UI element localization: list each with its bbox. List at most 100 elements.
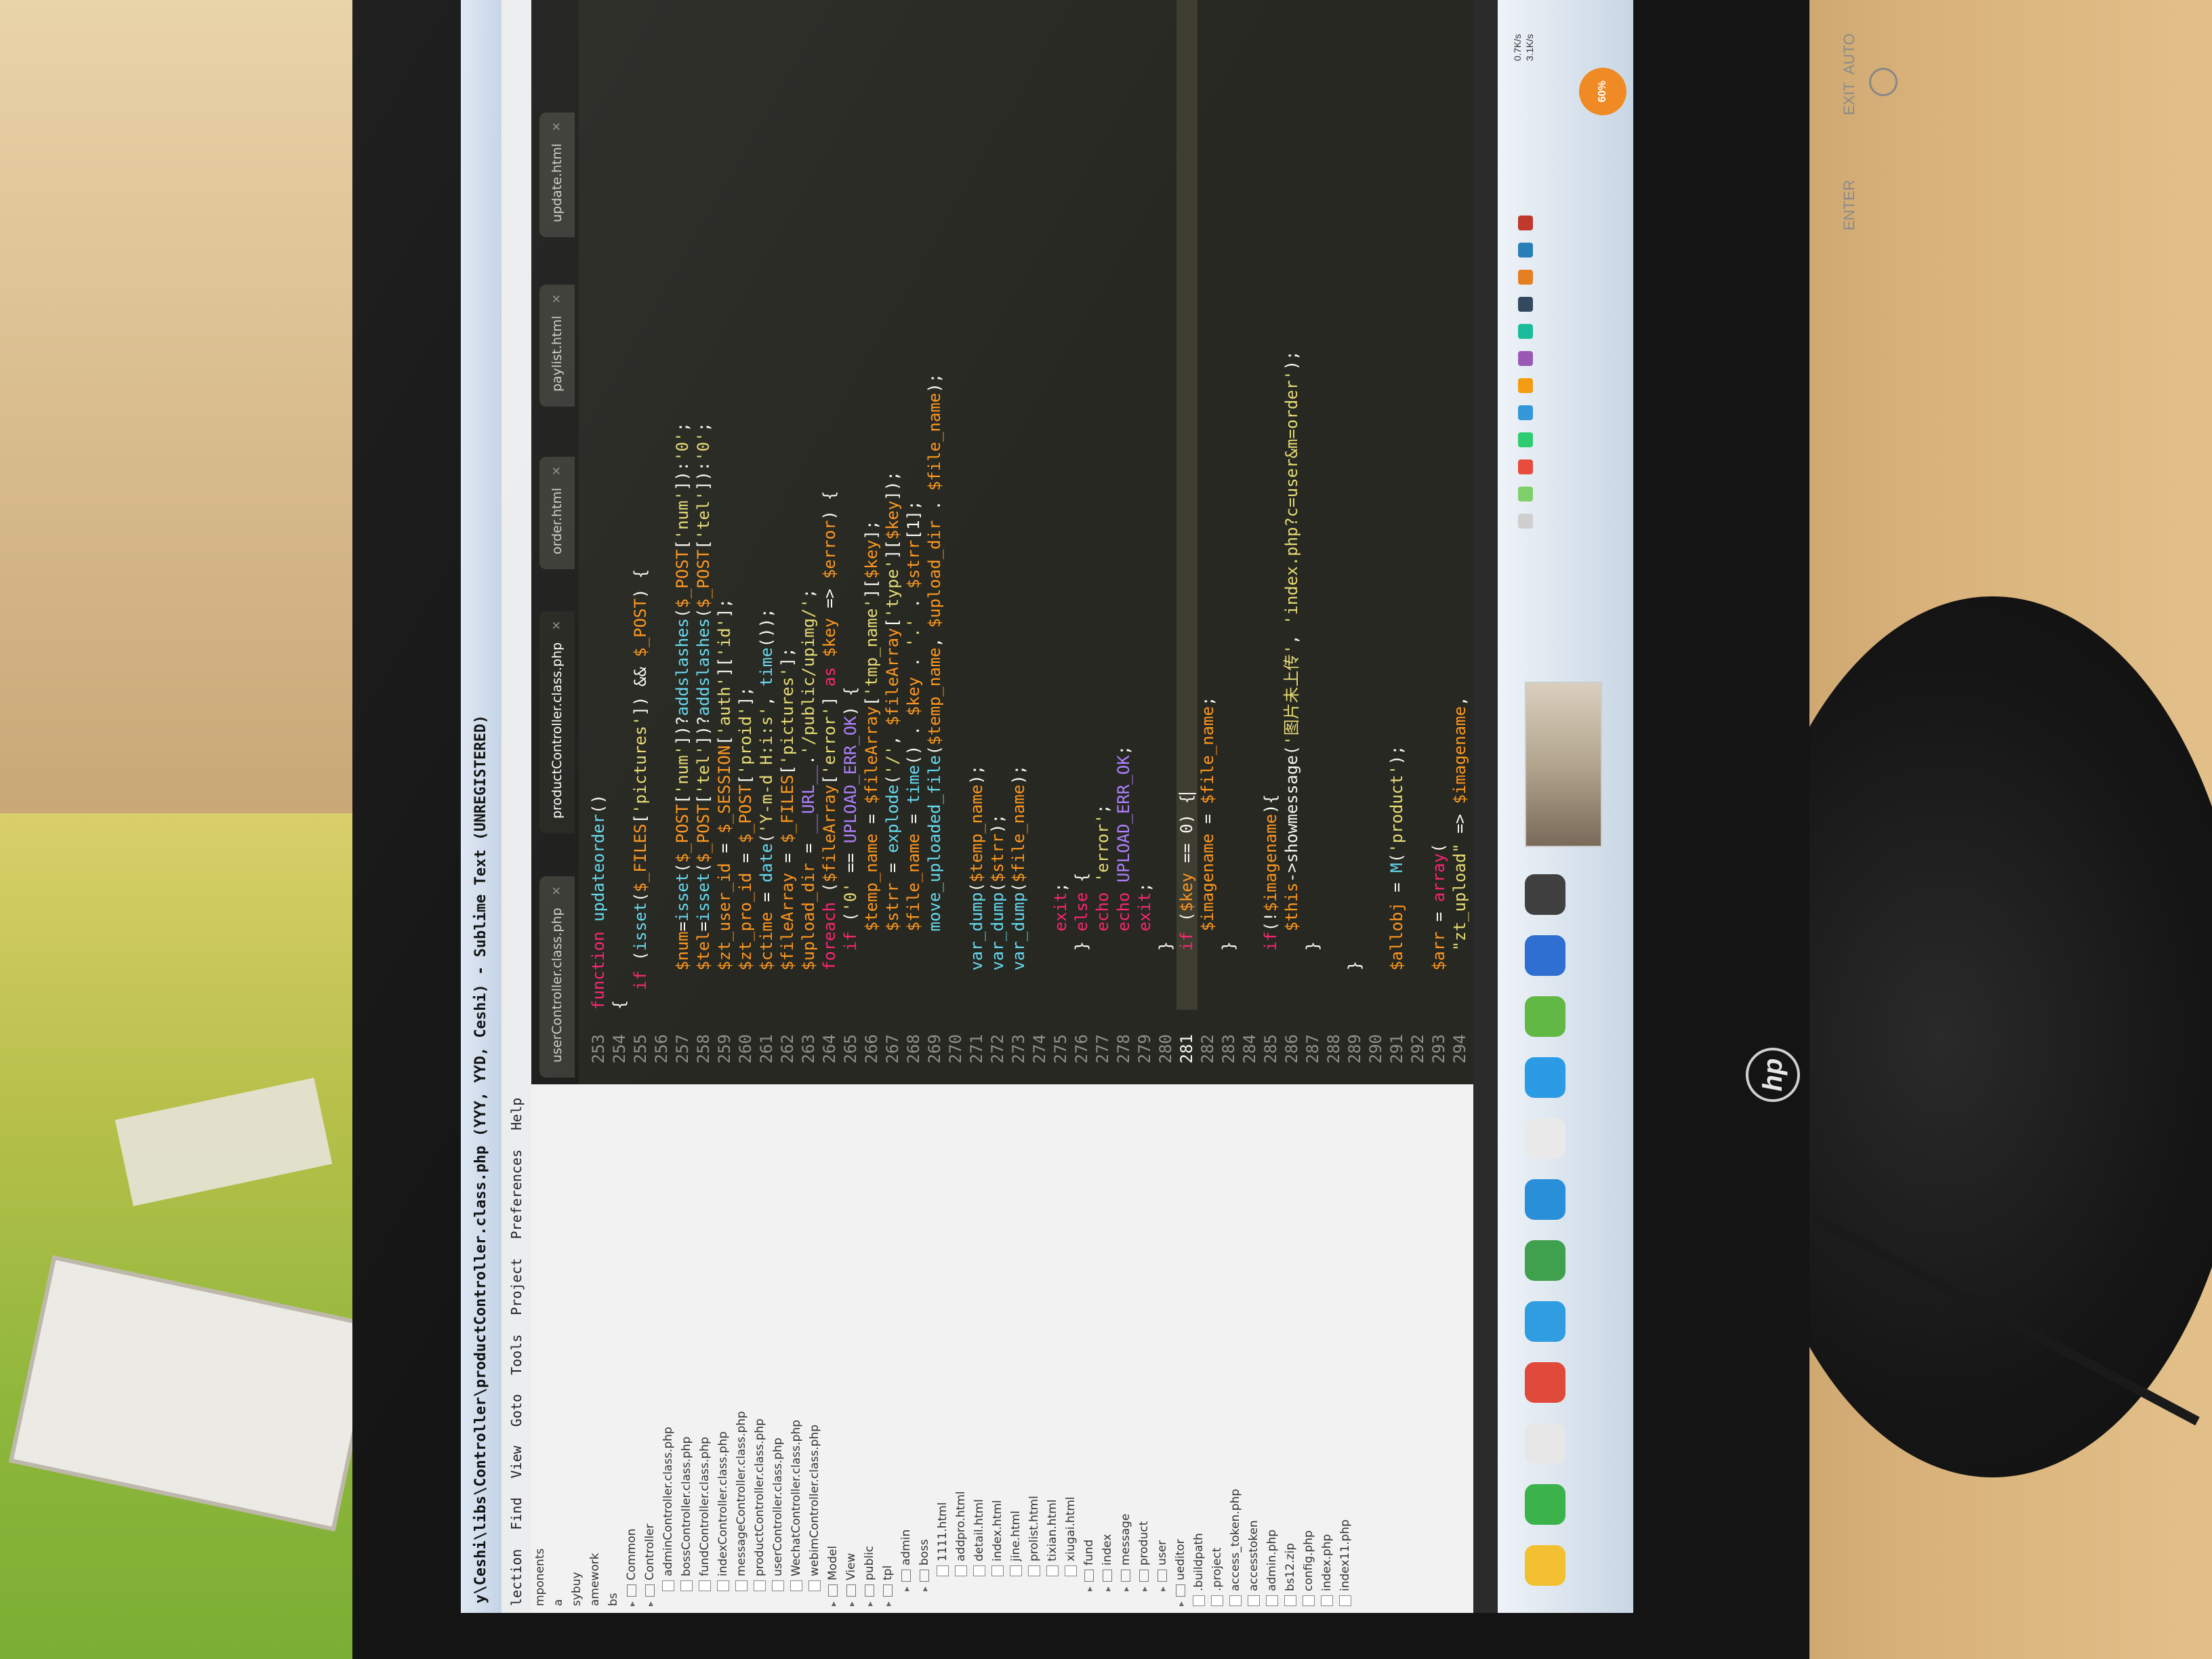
- network-usage-badge[interactable]: 60%: [1579, 68, 1626, 115]
- code-line[interactable]: $strr = explode('/', $fileArray['type'][…: [882, 0, 903, 1010]
- code-line[interactable]: $ctime = date('Y-m-d H:i:s', time());: [756, 0, 777, 1010]
- window-thumbnail[interactable]: [1525, 682, 1602, 847]
- sidebar-item[interactable]: ▸ Controller: [641, 1084, 659, 1613]
- browser-icon[interactable]: [1525, 1362, 1565, 1403]
- code-line[interactable]: } else {: [1071, 0, 1092, 1010]
- chat-app-icon[interactable]: [1525, 1484, 1565, 1525]
- sidebar-item[interactable]: messageController.class.php: [733, 1084, 751, 1613]
- code-line[interactable]: $this->showmessage('图片未上传', 'index.php?c…: [1282, 0, 1303, 1010]
- sidebar-item[interactable]: amework: [586, 1084, 605, 1613]
- sublime-icon[interactable]: [1525, 874, 1565, 915]
- sidebar-item[interactable]: config.php: [1300, 1084, 1318, 1613]
- menu-preferences[interactable]: Preferences: [508, 1149, 525, 1239]
- sidebar-item[interactable]: sybuy: [568, 1084, 586, 1613]
- code-line[interactable]: if ('0' == UPLOAD_ERR_OK) {: [840, 0, 861, 1010]
- expand-arrow-icon[interactable]: ▸: [1136, 1582, 1154, 1591]
- code-line[interactable]: move_uploaded_file($temp_name, $upload_d…: [924, 0, 945, 1010]
- code-line[interactable]: [651, 0, 672, 1010]
- sidebar-item[interactable]: ▸ admin: [897, 1084, 916, 1613]
- code-line[interactable]: }: [1218, 0, 1240, 1010]
- code-line[interactable]: [1240, 0, 1261, 1010]
- menu-selection[interactable]: lection: [508, 1549, 525, 1606]
- sidebar-item[interactable]: ▸ product: [1135, 1084, 1153, 1613]
- code-line[interactable]: $temp_name = $fileArray['tmp_name'][$key…: [861, 0, 882, 1010]
- code-line[interactable]: $arr = array(: [1429, 0, 1450, 1010]
- sidebar-item[interactable]: accesstoken: [1245, 1084, 1263, 1613]
- code-line[interactable]: $fileArray = $_FILES['pictures'];: [777, 0, 798, 1010]
- close-icon[interactable]: ✕: [539, 294, 575, 304]
- app-icon[interactable]: [1525, 1240, 1565, 1281]
- sidebar-item[interactable]: fundController.class.php: [696, 1084, 714, 1613]
- folder-icon[interactable]: [1525, 1423, 1565, 1464]
- expand-arrow-icon[interactable]: ▸: [1118, 1582, 1136, 1591]
- expand-arrow-icon[interactable]: ▸: [825, 1597, 843, 1606]
- code-editor[interactable]: 253 254 255 256 257 258 259 260 261 262 263 264 265 2…: [579, 0, 1553, 1084]
- code-line[interactable]: [1029, 0, 1050, 1010]
- sidebar-item[interactable]: bs12.zip: [1282, 1084, 1300, 1613]
- code-line[interactable]: [1324, 0, 1345, 1010]
- app-icon[interactable]: [1525, 935, 1565, 976]
- code-line[interactable]: echo 'error';: [1092, 0, 1113, 1010]
- sidebar-item[interactable]: webimController.class.php: [806, 1084, 824, 1613]
- tray-icon[interactable]: [1518, 432, 1533, 447]
- code-line[interactable]: var_dump($temp_name);: [966, 0, 987, 1010]
- power-button[interactable]: [1869, 68, 1898, 96]
- chrome-icon[interactable]: [1525, 1301, 1565, 1342]
- code-line[interactable]: [1366, 0, 1387, 1010]
- expand-arrow-icon[interactable]: ▸: [1154, 1582, 1172, 1591]
- expand-arrow-icon[interactable]: ▸: [1099, 1582, 1118, 1591]
- menu-view[interactable]: View: [508, 1446, 525, 1478]
- expand-arrow-icon[interactable]: ▸: [1081, 1582, 1099, 1591]
- sidebar-item[interactable]: index11.php: [1336, 1084, 1355, 1613]
- sidebar-item[interactable]: userController.class.php: [769, 1084, 787, 1613]
- sidebar-item[interactable]: ▸ tpl: [879, 1084, 897, 1613]
- code-line[interactable]: }: [1345, 0, 1366, 1010]
- code-line[interactable]: $upload_dir = __URL__.'/public/upimg/';: [798, 0, 819, 1010]
- enter-button-label[interactable]: ENTER: [1841, 180, 1858, 230]
- sidebar-item[interactable]: indexController.class.php: [714, 1084, 733, 1613]
- close-icon[interactable]: ✕: [539, 466, 575, 476]
- expand-arrow-icon[interactable]: ▸: [1172, 1597, 1191, 1606]
- code-line[interactable]: [945, 0, 966, 1010]
- sidebar-item[interactable]: bossController.class.php: [678, 1084, 696, 1613]
- code-line[interactable]: {: [609, 0, 630, 1010]
- sidebar-item[interactable]: index.html: [989, 1084, 1007, 1613]
- tray-icon[interactable]: [1518, 243, 1533, 258]
- tray-icon[interactable]: [1518, 405, 1533, 420]
- sidebar-item[interactable]: WechatController.class.php: [787, 1084, 806, 1613]
- sidebar-item[interactable]: addpro.html: [952, 1084, 970, 1613]
- sidebar-item[interactable]: ▸ index: [1099, 1084, 1117, 1613]
- sidebar-item[interactable]: index.php: [1318, 1084, 1336, 1613]
- exit-button-label[interactable]: EXIT: [1841, 82, 1858, 115]
- menu-goto[interactable]: Goto: [508, 1394, 525, 1427]
- app-icon[interactable]: [1525, 1118, 1565, 1159]
- expand-arrow-icon[interactable]: ▸: [623, 1597, 642, 1606]
- sidebar-item[interactable]: access_token.php: [1227, 1084, 1245, 1613]
- code-line[interactable]: $imagename = $file_name;: [1197, 0, 1218, 1010]
- start-icon[interactable]: [1525, 1545, 1565, 1586]
- sidebar-item[interactable]: .buildpath: [1190, 1084, 1208, 1613]
- sidebar-item[interactable]: ▸ Common: [623, 1084, 641, 1613]
- sidebar-item[interactable]: adminController.class.php: [659, 1084, 678, 1613]
- code-line[interactable]: "zt_upload" => $imagename,: [1450, 0, 1471, 1010]
- tab-usercontroller[interactable]: userController.class.php ✕: [539, 876, 575, 1078]
- sidebar-item[interactable]: ▸ View: [842, 1084, 861, 1613]
- menu-tools[interactable]: Tools: [508, 1334, 525, 1375]
- code-line[interactable]: $num=isset($_POST['num'])?addslashes($_P…: [672, 0, 693, 1010]
- code-line[interactable]: var_dump($file_name);: [1008, 0, 1029, 1010]
- tab-paylist[interactable]: paylist.html ✕: [539, 284, 575, 407]
- sidebar-item[interactable]: ▸ user: [1153, 1084, 1172, 1613]
- sidebar-item[interactable]: ▸ fund: [1080, 1084, 1099, 1613]
- code-line[interactable]: [1408, 0, 1429, 1010]
- tray-icon[interactable]: [1518, 514, 1533, 529]
- tray-icon[interactable]: [1518, 487, 1533, 501]
- code-line[interactable]: }: [1303, 0, 1324, 1010]
- sidebar-item[interactable]: bs: [605, 1084, 623, 1613]
- code-line[interactable]: function updateorder(): [588, 0, 609, 1010]
- menu-find[interactable]: Find: [508, 1497, 525, 1530]
- tray-icon[interactable]: [1518, 297, 1533, 312]
- tray-icon[interactable]: [1518, 216, 1533, 230]
- code-line[interactable]: foreach ($fileArray['error'] as $key => …: [819, 0, 840, 1010]
- tray-icon[interactable]: [1518, 459, 1533, 474]
- code-area[interactable]: function updateorder(){ if (isset($_FILE…: [588, 0, 1555, 1010]
